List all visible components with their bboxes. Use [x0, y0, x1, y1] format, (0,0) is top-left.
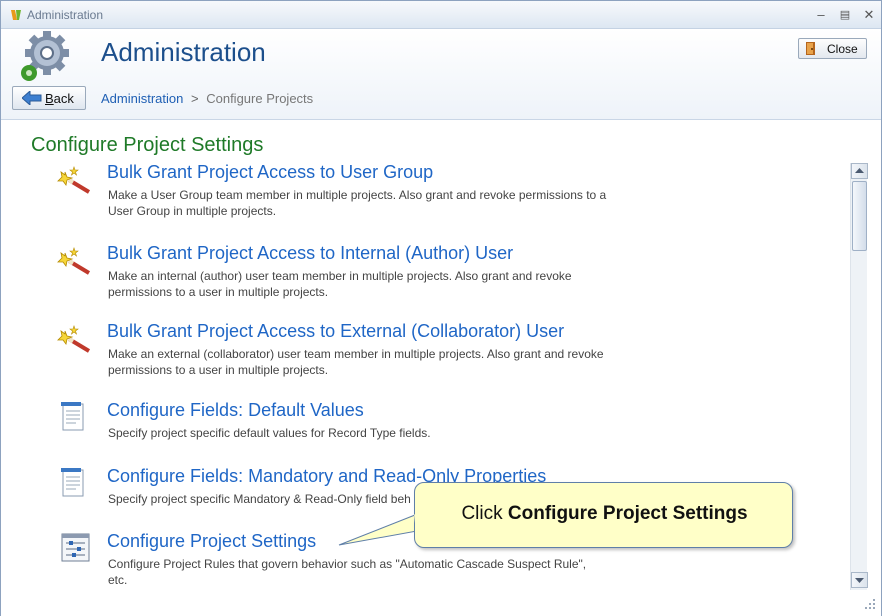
- magic-wand-icon: [57, 247, 91, 275]
- scroll-thumb[interactable]: [852, 181, 867, 251]
- document-icon: [61, 468, 84, 497]
- callout-text: Click Configure Project Settings: [461, 503, 748, 524]
- item-link[interactable]: Configure Project Settings: [107, 531, 316, 552]
- scroll-up-arrow-icon: [855, 168, 864, 173]
- item-description: Configure Project Rules that govern beha…: [108, 557, 587, 587]
- scroll-down-button[interactable]: [851, 572, 868, 588]
- item-link[interactable]: Bulk Grant Project Access to Internal (A…: [107, 243, 513, 264]
- app-icon: [11, 10, 21, 20]
- item-link[interactable]: Bulk Grant Project Access to External (C…: [107, 321, 564, 342]
- title-bar: Administration – ▤ ✕: [1, 1, 881, 29]
- settings-sliders-icon: [61, 533, 90, 562]
- scroll-down-arrow-icon: [855, 578, 864, 583]
- breadcrumb-administration-link[interactable]: Administration: [101, 91, 183, 106]
- page-title: Administration: [101, 37, 266, 67]
- back-button[interactable]: Back: [12, 86, 86, 110]
- breadcrumb-current: Configure Projects: [206, 91, 314, 106]
- resize-grip-icon[interactable]: [863, 597, 877, 611]
- window-title: Administration: [27, 8, 104, 22]
- maximize-icon[interactable]: ▤: [835, 6, 855, 24]
- administration-window: Administration – ▤ ✕ Administration Clos…: [0, 0, 882, 616]
- item-description: Make a User Group team member in multipl…: [108, 188, 607, 218]
- item-description: Make an internal (author) user team memb…: [108, 269, 572, 299]
- magic-wand-icon: [57, 325, 91, 353]
- document-icon: [61, 402, 84, 431]
- item-description: Specify project specific default values …: [108, 426, 431, 440]
- back-arrow-icon: [22, 91, 42, 105]
- item-link[interactable]: Configure Fields: Default Values: [107, 400, 364, 421]
- exit-door-icon: [806, 42, 815, 55]
- magic-wand-icon: [57, 166, 91, 194]
- item-description: Make an external (collaborator) user tea…: [108, 347, 604, 377]
- breadcrumb: Administration > Configure Projects: [101, 91, 313, 106]
- vertical-scrollbar[interactable]: [850, 163, 868, 590]
- breadcrumb-separator: >: [191, 91, 199, 106]
- header: Administration Close Back Administration…: [1, 29, 881, 119]
- item-link[interactable]: Bulk Grant Project Access to User Group: [107, 162, 433, 183]
- close-button[interactable]: Close: [798, 38, 867, 59]
- back-button-label: Back: [45, 91, 74, 106]
- close-window-icon[interactable]: ✕: [859, 6, 879, 24]
- tutorial-callout: Click Configure Project Settings: [414, 482, 793, 548]
- gear-icon: [21, 31, 69, 81]
- close-button-label: Close: [827, 42, 858, 56]
- minimize-icon[interactable]: –: [811, 6, 831, 24]
- scroll-up-button[interactable]: [851, 163, 868, 179]
- section-title: Configure Project Settings: [31, 134, 264, 156]
